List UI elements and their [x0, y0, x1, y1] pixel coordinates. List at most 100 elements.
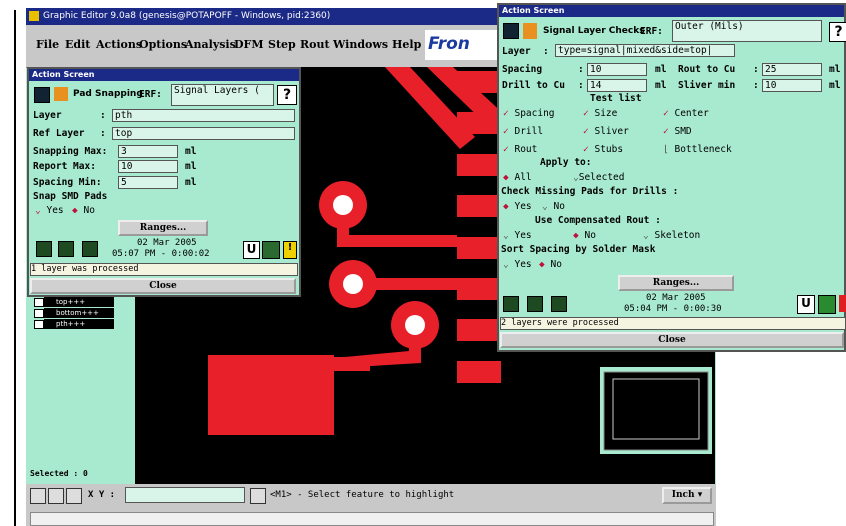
spacing-unit: ml	[185, 177, 197, 188]
hint-text: <M1> - Select feature to highlight	[270, 490, 455, 500]
spacing-min-field[interactable]: 5	[118, 176, 178, 189]
tool-grid-icon[interactable]	[66, 488, 82, 504]
erf-field[interactable]: Outer (Mils)	[672, 20, 822, 42]
test-center-label: Center	[674, 108, 709, 119]
window-title: Graphic Editor 9.0a8 (genesis@POTAPOFF -…	[43, 11, 331, 21]
comp-rout-label: Use Compensated Rout :	[535, 215, 661, 226]
test-size-checkbox[interactable]: ✓ Size	[583, 108, 617, 119]
colon: :	[753, 64, 759, 75]
layer-field[interactable]: pth	[112, 109, 295, 122]
test-smd-checkbox[interactable]: ✓ SMD	[663, 126, 692, 137]
menu-analysis[interactable]: Analysis	[185, 38, 236, 51]
test-spacing-checkbox[interactable]: ✓ Spacing	[503, 108, 555, 119]
drill-cu-field[interactable]: 14	[587, 79, 647, 92]
sort-no-label: No	[550, 259, 562, 270]
test-size-label: Size	[594, 108, 618, 119]
layer-item[interactable]: bottom+++	[44, 308, 114, 318]
layer-item[interactable]: top+++	[44, 297, 114, 307]
dialog-icon	[34, 87, 50, 103]
coord-y: Y = 2.121680"	[605, 467, 684, 478]
close-button[interactable]: Close	[30, 278, 296, 294]
rout-cu-unit: ml	[829, 64, 841, 75]
erf-label: ERF:	[640, 26, 663, 37]
layer-checkbox[interactable]	[34, 298, 44, 307]
menu-step[interactable]: Step	[268, 38, 296, 51]
smd-yes-label: Yes	[46, 205, 64, 216]
layer-checkbox[interactable]	[34, 309, 44, 318]
help-icon[interactable]: ?	[277, 85, 297, 105]
layer-field[interactable]: type=signal|mixed&side=top|	[555, 44, 735, 57]
smd-yes-radio[interactable]: ⌄ Yes	[35, 205, 64, 216]
test-rout-checkbox[interactable]: ✓ Rout	[503, 144, 537, 155]
erf-field[interactable]: Signal Layers (	[171, 84, 274, 106]
tool-measure-icon[interactable]	[48, 488, 64, 504]
spacing-field[interactable]: 10	[587, 63, 647, 76]
test-smd-label: SMD	[674, 126, 692, 137]
test-stubs-checkbox[interactable]: ✓ Stubs	[583, 144, 623, 155]
smd-no-radio[interactable]: ◆ No	[72, 205, 95, 216]
run-all-icon[interactable]	[82, 241, 98, 257]
colon: :	[100, 128, 106, 139]
magnify-icon[interactable]	[818, 295, 836, 314]
menu-edit[interactable]: Edit	[65, 38, 90, 51]
test-list-label: Test list	[590, 93, 642, 104]
info-icon[interactable]	[250, 488, 266, 504]
ranges-button[interactable]: Ranges...	[618, 275, 734, 291]
missing-no-radio[interactable]: ⌄ No	[542, 201, 565, 212]
layer-label: Layer	[502, 46, 531, 57]
menu-options[interactable]: Options	[139, 38, 187, 51]
sort-no-radio[interactable]: ◆ No	[539, 259, 562, 270]
test-rout-label: Rout	[514, 144, 538, 155]
close-button[interactable]: Close	[500, 332, 844, 348]
menu-file[interactable]: File	[36, 38, 59, 51]
apply-selected-radio[interactable]: ⌄Selected	[573, 172, 625, 183]
layer-label: Layer	[33, 110, 62, 121]
run-selected-icon[interactable]	[527, 296, 543, 312]
menu-windows[interactable]: Windows	[333, 38, 388, 51]
run-selected-icon[interactable]	[58, 241, 74, 257]
run-icon[interactable]	[503, 296, 519, 312]
dialog-title-bar: Action Screen	[499, 5, 844, 17]
comp-no-radio[interactable]: ◆ No	[573, 230, 596, 241]
run-all-icon[interactable]	[551, 296, 567, 312]
test-bottleneck-label: Bottleneck	[674, 144, 732, 155]
help-icon[interactable]: ?	[829, 22, 846, 42]
report-max-field[interactable]: 10	[118, 160, 178, 173]
test-sliver-checkbox[interactable]: ✓ Sliver	[583, 126, 629, 137]
layer-checkbox[interactable]	[34, 320, 44, 329]
comp-yes-label: Yes	[514, 230, 532, 241]
run-icon[interactable]	[36, 241, 52, 257]
layer-item[interactable]: pth+++	[44, 319, 114, 329]
snapping-max-field[interactable]: 3	[118, 145, 178, 158]
menu-rout[interactable]: Rout	[300, 38, 330, 51]
rout-cu-field[interactable]: 25	[762, 63, 822, 76]
undo-icon[interactable]: U	[243, 241, 260, 259]
menu-help[interactable]: Help	[392, 38, 421, 51]
sort-yes-radio[interactable]: ⌄ Yes	[503, 259, 532, 270]
undo-icon[interactable]: U	[797, 295, 815, 314]
warning-icon[interactable]: !	[283, 241, 297, 259]
comp-yes-radio[interactable]: ⌄ Yes	[503, 230, 532, 241]
menu-dfm[interactable]: DFM	[234, 38, 264, 51]
test-drill-checkbox[interactable]: ✓ Drill	[503, 126, 543, 137]
ranges-button[interactable]: Ranges...	[118, 220, 208, 236]
status-line: 2 layers were processed	[500, 317, 846, 330]
units-select[interactable]: Inch ▾	[662, 487, 712, 504]
comp-skeleton-radio[interactable]: ⌄ Skeleton	[643, 230, 700, 241]
sliver-field[interactable]: 10	[762, 79, 822, 92]
menu-actions[interactable]: Actions	[96, 38, 142, 51]
drill-cu-unit: ml	[655, 80, 667, 91]
error-icon[interactable]	[839, 295, 846, 312]
test-center-checkbox[interactable]: ✓ Center	[663, 108, 709, 119]
ref-layer-field[interactable]: top	[112, 127, 295, 140]
spacing-min-label: Spacing Min:	[33, 177, 102, 188]
rout-cu-label: Rout to Cu	[678, 64, 736, 75]
missing-yes-radio[interactable]: ◆ Yes	[503, 201, 532, 212]
command-input[interactable]	[30, 512, 714, 526]
tool-select-icon[interactable]	[30, 488, 46, 504]
results-icon[interactable]	[262, 241, 280, 259]
apply-all-radio[interactable]: ◆ All	[503, 172, 532, 183]
missing-no-label: No	[553, 201, 565, 212]
xy-input[interactable]	[125, 487, 245, 503]
test-bottleneck-checkbox[interactable]: ⌊ Bottleneck	[663, 144, 732, 155]
